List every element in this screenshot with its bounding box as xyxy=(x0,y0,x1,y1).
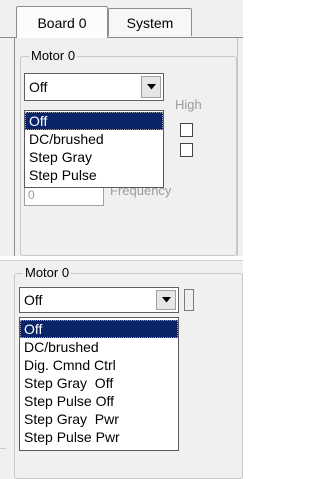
top-panel: Board 0 System Motor 0 High 0 Frequency … xyxy=(0,0,243,256)
option-step-pulse-pwr[interactable]: Step Pulse Pwr xyxy=(20,428,178,446)
option-step-gray[interactable]: Step Gray xyxy=(25,148,163,166)
dropdown-button-lower[interactable] xyxy=(156,290,176,310)
option-dig-cmnd-ctrl[interactable]: Dig. Cmnd Ctrl xyxy=(20,356,178,374)
motor-mode-select-lower-value: Off xyxy=(24,292,43,308)
tab-content-border-left xyxy=(14,37,15,256)
motor-mode-select[interactable]: Off xyxy=(24,73,164,101)
motor-0-group-title: Motor 0 xyxy=(29,48,78,64)
high-checkbox-2[interactable] xyxy=(180,143,193,157)
tab-system-label: System xyxy=(126,14,174,31)
motor-mode-select-value: Off xyxy=(29,79,48,95)
tab-system[interactable]: System xyxy=(108,8,192,36)
tab-board-0[interactable]: Board 0 xyxy=(16,6,108,38)
bottom-panel: Motor 0 Off Off DC/brushed Dig. Cmnd Ctr… xyxy=(0,260,243,479)
frequency-input[interactable]: 0 xyxy=(24,187,104,206)
option-dc-brushed[interactable]: DC/brushed xyxy=(20,338,178,356)
high-checkbox-1[interactable] xyxy=(180,123,193,137)
high-label: High xyxy=(175,97,202,112)
motor-mode-dropdown-lower: Off DC/brushed Dig. Cmnd Ctrl Step Gray … xyxy=(19,317,179,451)
tab-board-0-label: Board 0 xyxy=(37,14,87,31)
frequency-input-value: 0 xyxy=(28,188,35,202)
option-step-pulse-off[interactable]: Step Pulse Off xyxy=(20,392,178,410)
option-off[interactable]: Off xyxy=(20,320,178,338)
chevron-down-icon xyxy=(146,84,156,90)
motor-mode-dropdown: Off DC/brushed Step Gray Step Pulse xyxy=(24,110,164,188)
partial-button[interactable] xyxy=(184,289,194,311)
option-step-gray-off[interactable]: Step Gray Off xyxy=(20,374,178,392)
option-step-gray-pwr[interactable]: Step Gray Pwr xyxy=(20,410,178,428)
motor-mode-select-lower[interactable]: Off xyxy=(19,287,179,313)
left-guide-line xyxy=(0,448,6,449)
chevron-down-icon xyxy=(161,297,171,303)
dropdown-button[interactable] xyxy=(141,76,161,98)
option-off[interactable]: Off xyxy=(25,112,163,130)
option-step-pulse[interactable]: Step Pulse xyxy=(25,166,163,184)
motor-0-group-title-lower: Motor 0 xyxy=(23,265,72,281)
panel-divider xyxy=(237,38,238,256)
tab-strip: Board 0 System xyxy=(0,0,243,38)
option-dc-brushed[interactable]: DC/brushed xyxy=(25,130,163,148)
